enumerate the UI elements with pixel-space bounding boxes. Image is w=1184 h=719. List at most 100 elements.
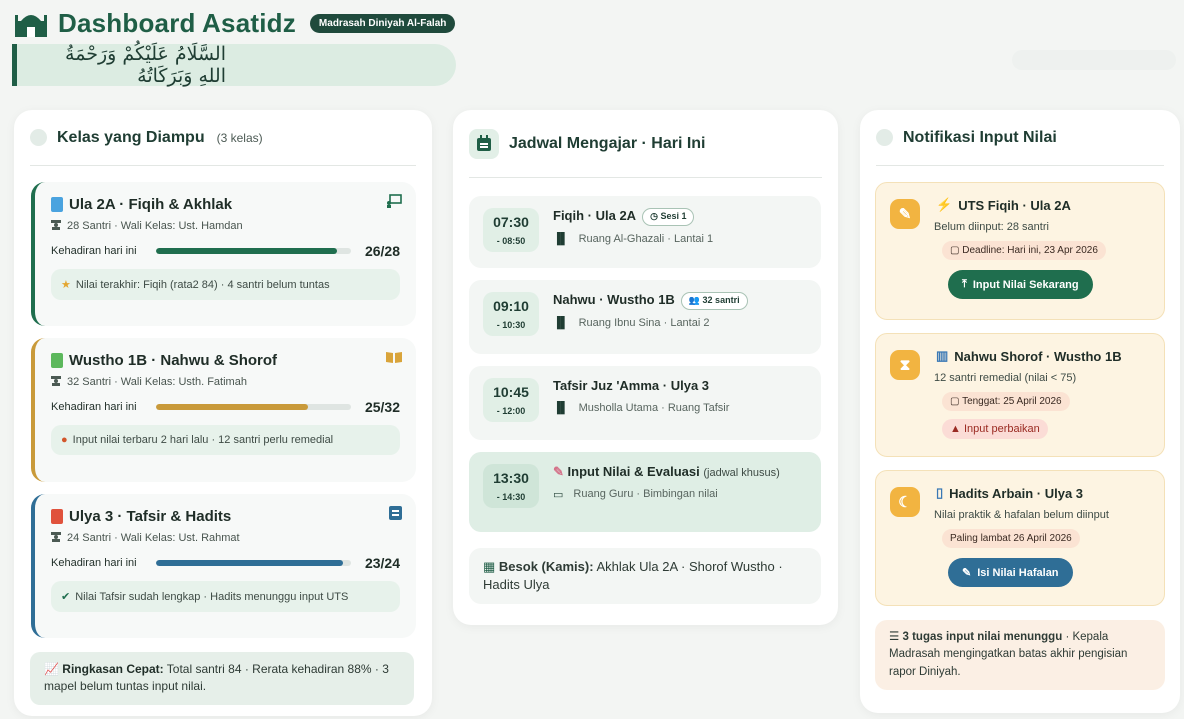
page-title: Dashboard Asatidz <box>58 8 296 38</box>
deadline-text: Deadline: Hari ini, 23 Apr 2026 <box>962 245 1098 256</box>
jadwal-body: Tafsir Juz 'Amma · Ulya 3 ▐▌ Musholla Ut… <box>553 378 729 414</box>
pencil-icon: ✎ <box>890 199 920 229</box>
kehadiran-row: Kehadiran hari ini 23/24 <box>51 555 400 571</box>
santri-pill: 👥 32 santri <box>680 292 748 310</box>
header: Dashboard Asatidz Madrasah Diniyah Al-Fa… <box>14 8 456 39</box>
kehadiran-row: Kehadiran hari ini 26/28 <box>51 243 400 259</box>
notif-desc: 12 santri remedial (nilai < 75) <box>934 372 1077 384</box>
kelas-note-text: Nilai terakhir: Fiqih (rata2 84) · 4 san… <box>75 278 330 291</box>
kehadiran-value: 23/24 <box>364 555 400 571</box>
kelas-name-text: Ulya 3 · Tafsir & Hadits <box>69 508 232 525</box>
jadwal-title: Jadwal Mengajar · Hari Ini <box>509 134 706 152</box>
open-book-icon[interactable] <box>386 350 402 366</box>
moon-icon: ☾ <box>890 487 920 517</box>
mosque-icon <box>14 9 48 39</box>
kelas-name: Wustho 1B · Nahwu & Shorof <box>51 352 400 369</box>
kehadiran-bar-fill <box>155 248 338 254</box>
warning-icon: ▲ <box>950 423 961 435</box>
salam-banner: السَّلَامُ عَلَيْكُمْ وَرَحْمَةُ اللهِ و… <box>12 43 456 87</box>
perbaikan-chip-text: Input perbaikan <box>963 423 1040 435</box>
notif-title-text: Hadits Arbain · Ulya 3 <box>949 485 1084 501</box>
besok-label: Besok (Kamis): <box>498 559 594 574</box>
isi-nilai-hafalan-button[interactable]: ✎ Isi Nilai Hafalan <box>948 558 1073 587</box>
time-box: 07:30 - 08:50 <box>483 208 539 252</box>
kelas-card: Kelas yang Diampu (3 kelas) Ula 2A · Fiq… <box>14 110 432 716</box>
notif-title-text: UTS Fiqih · Ula 2A <box>958 197 1071 213</box>
book-icon <box>51 197 63 212</box>
time-start: 13:30 <box>493 470 529 486</box>
kehadiran-value: 26/28 <box>364 243 400 259</box>
tugas-label: 3 tugas input nilai menunggu <box>902 631 1063 643</box>
teacher-icon[interactable] <box>386 194 402 211</box>
kehadiran-bar-fill <box>155 404 308 410</box>
kelas-info-text: 24 Santri · Wali Kelas: Ust. Rahmat <box>67 532 240 544</box>
kehadiran-label: Kehadiran hari ini <box>51 245 137 257</box>
kelas-item-ula-2a[interactable]: Ula 2A · Fiqih & Akhlak 28 Santri · Wali… <box>31 182 416 326</box>
jadwal-item-title: Fiqih · Ula 2A <box>553 208 637 224</box>
door-icon: ▐▌ <box>553 401 569 414</box>
header-placeholder <box>1012 50 1176 70</box>
notif-item-nahwu-shorof: ⧗ ▥ Nahwu Shorof · Wustho 1B 12 santri r… <box>875 333 1165 457</box>
ringkasan-label: Ringkasan Cepat: <box>62 662 164 676</box>
room-text: Musholla Utama · Ruang Tafsir <box>578 401 730 414</box>
kelas-title: Kelas yang Diampu <box>57 128 205 146</box>
kehadiran-bar-fill <box>155 560 344 566</box>
time-start: 10:45 <box>493 384 529 400</box>
kelas-note-text: Nilai Tafsir sudah lengkap · Hadits menu… <box>75 590 349 603</box>
notif-desc: Nilai praktik & hafalan belum diinput <box>934 509 1109 521</box>
jadwal-item[interactable]: 10:45 - 12:00 Tafsir Juz 'Amma · Ulya 3 … <box>469 366 821 440</box>
door-icon: ▐▌ <box>553 232 569 245</box>
kelas-item-ulya-3[interactable]: Ulya 3 · Tafsir & Hadits 24 Santri · Wal… <box>31 494 416 638</box>
time-start: 09:10 <box>493 298 529 314</box>
notif-title: ▥ Nahwu Shorof · Wustho 1B <box>936 348 1150 364</box>
time-box: 13:30 - 14:30 <box>483 464 539 508</box>
madrasah-badge: Madrasah Diniyah Al-Falah <box>309 14 456 33</box>
time-end: - 14:30 <box>496 492 526 502</box>
quran-icon[interactable] <box>389 506 402 523</box>
perbaikan-chip: ▲ Input perbaikan <box>942 419 1048 439</box>
jadwal-room: ▐▌ Musholla Utama · Ruang Tafsir <box>553 402 729 414</box>
jadwal-room: ▐▌ Ruang Al-Ghazali · Lantai 1 <box>553 233 713 245</box>
jadwal-item[interactable]: 09:10 - 10:30 Nahwu · Wustho 1B 👥 32 san… <box>469 280 821 354</box>
input-nilai-button[interactable]: ⤒ Input Nilai Sekarang <box>948 270 1093 299</box>
bolt-icon: ⚡ <box>936 197 953 212</box>
kehadiran-value: 25/32 <box>364 399 400 415</box>
star-icon: ★ <box>61 279 71 291</box>
jadwal-item-suffix: (jadwal khusus) <box>703 467 780 479</box>
chart-icon: ▥ <box>936 348 949 363</box>
calendar-icon: ▢ <box>950 396 960 407</box>
kehadiran-row: Kehadiran hari ini 25/32 <box>51 399 400 415</box>
notifikasi-header: Notifikasi Input Nilai <box>876 110 1164 166</box>
jadwal-item-title: Nahwu · Wustho 1B <box>553 292 675 308</box>
door-icon: ▐▌ <box>553 316 569 329</box>
hourglass-icon: ⧗ <box>890 350 920 380</box>
jadwal-title-row: Nahwu · Wustho 1B 👥 32 santri <box>553 292 748 310</box>
input-nilai-button-label: Input Nilai Sekarang <box>972 278 1079 291</box>
calendar-icon: ▢ <box>950 245 960 256</box>
jadwal-title-row: Tafsir Juz 'Amma · Ulya 3 <box>553 378 729 395</box>
jadwal-title-row: Fiqih · Ula 2A ◷ Sesi 1 <box>553 208 713 226</box>
jadwal-room: ▭ Ruang Guru · Bimbingan nilai <box>553 488 793 501</box>
kelas-info-text: 32 Santri · Wali Kelas: Usth. Fatimah <box>67 376 247 388</box>
deadline-text: Paling lambat 26 April 2026 <box>950 533 1072 544</box>
jadwal-item-khusus[interactable]: 13:30 - 14:30 ✎ Input Nilai & Evaluasi (… <box>469 452 821 532</box>
jadwal-body: Nahwu · Wustho 1B 👥 32 santri ▐▌ Ruang I… <box>553 292 748 329</box>
besok-info: ▦ Besok (Kamis): Akhlak Ula 2A · Shorof … <box>469 548 821 605</box>
chart-icon: 📈 <box>44 662 59 676</box>
notif-item-uts-fiqih: ✎ ⚡ UTS Fiqih · Ula 2A Belum diinput: 28… <box>875 182 1165 320</box>
room-text: Ruang Ibnu Sina · Lantai 2 <box>578 316 710 329</box>
pencil-icon: ✎ <box>553 464 564 479</box>
kelas-item-wustho-1b[interactable]: Wustho 1B · Nahwu & Shorof 32 Santri · W… <box>31 338 416 482</box>
deadline-chip: ▢ Tenggat: 25 April 2026 <box>942 392 1070 411</box>
kelas-info: 32 Santri · Wali Kelas: Usth. Fatimah <box>51 375 400 389</box>
student-icon <box>51 375 61 389</box>
jadwal-item[interactable]: 07:30 - 08:50 Fiqih · Ula 2A ◷ Sesi 1 ▐▌… <box>469 196 821 268</box>
check-icon: ✔ <box>61 591 71 603</box>
users-icon: 👥 <box>688 295 701 305</box>
time-end: - 08:50 <box>496 236 526 246</box>
pencil-icon: ✎ <box>962 567 972 579</box>
time-box: 10:45 - 12:00 <box>483 378 539 422</box>
book-icon: ▯ <box>936 485 944 500</box>
sesi-pill-text: Sesi 1 <box>660 211 687 221</box>
time-box: 09:10 - 10:30 <box>483 292 539 336</box>
